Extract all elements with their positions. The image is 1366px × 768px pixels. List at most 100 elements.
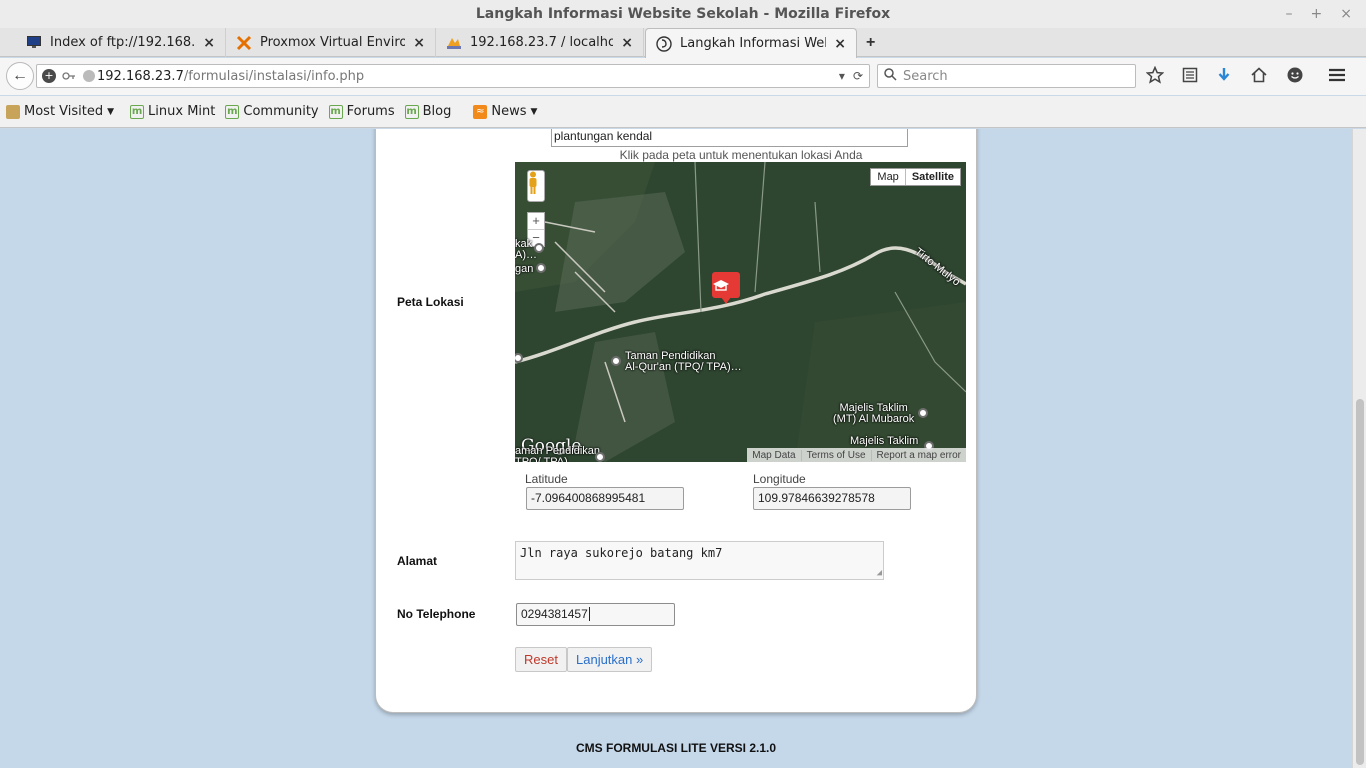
chevron-down-icon: ▼ [107, 106, 115, 117]
bookmark-label: Community [243, 104, 319, 119]
window-title: Langkah Informasi Website Sekolah - Mozi… [475, 6, 891, 22]
bookmarks-toolbar: Most Visited ▼ m Linux Mint m Community … [0, 96, 1366, 128]
tab-phpmyadmin[interactable]: 192.168.23.7 / localhost | … × [436, 28, 644, 57]
map-type-satellite-button[interactable]: Satellite [904, 169, 960, 185]
longitude-input[interactable]: 109.97846639278578 [753, 487, 911, 510]
bookmark-blog[interactable]: m Blog [404, 104, 452, 119]
search-placeholder: Search [903, 68, 948, 84]
tab-title: 192.168.23.7 / localhost | … [470, 35, 614, 50]
close-window-icon[interactable]: × [1340, 0, 1352, 28]
hamburger-menu-icon[interactable] [1328, 67, 1346, 88]
back-button[interactable]: ← [6, 62, 34, 90]
telephone-label: No Telephone [397, 607, 476, 621]
home-icon[interactable] [1250, 67, 1268, 88]
add-circle-icon[interactable]: + [41, 68, 57, 84]
bookmark-news[interactable]: ≈ News ▼ [473, 104, 537, 119]
reading-list-icon[interactable] [1182, 67, 1198, 88]
map-location-label: Peta Lokasi [397, 295, 464, 309]
page-viewport: plantungan kendal Klik pada peta untuk m… [0, 129, 1352, 768]
tab-ftp-index[interactable]: Index of ftp://192.168.55.… × [16, 28, 226, 57]
location-map[interactable]: + − Map Satellite Tirto Mulyo Taman Pend… [515, 162, 966, 462]
tab-langkah-informasi[interactable]: Langkah Informasi Websi… × [645, 28, 857, 58]
poi-icon[interactable] [536, 263, 546, 273]
map-label-majelis-al-mubarok: Majelis Taklim (MT) Al Mubarok [833, 402, 915, 425]
url-identity-icons: + [37, 68, 97, 84]
map-label-bottom: aman Pendidikan TPQ/ TPA) [515, 445, 601, 463]
poi-icon[interactable] [534, 243, 544, 253]
page-footer: CMS FORMULASI LITE VERSI 2.1.0 [575, 741, 777, 755]
latitude-input[interactable]: -7.096400868995481 [526, 487, 684, 510]
bookmark-forums[interactable]: m Forums [328, 104, 395, 119]
window-titlebar: Langkah Informasi Website Sekolah - Mozi… [0, 0, 1366, 28]
monitor-icon [26, 35, 42, 51]
reload-icon[interactable]: ⟳ [853, 69, 863, 83]
bookmark-label: Linux Mint [148, 104, 216, 119]
bookmark-most-visited[interactable]: Most Visited ▼ [6, 104, 114, 119]
close-tab-icon[interactable]: × [195, 35, 215, 51]
resize-grip-icon[interactable]: ◢ [877, 568, 882, 578]
map-data-link[interactable]: Map Data [747, 450, 800, 461]
map-type-map-button[interactable]: Map [871, 169, 904, 185]
hello-smiley-icon[interactable] [1286, 66, 1304, 89]
street-view-pegman-icon[interactable] [527, 170, 545, 202]
form-card: plantungan kendal Klik pada peta untuk m… [375, 129, 977, 713]
poi-icon[interactable] [918, 408, 928, 418]
continue-button[interactable]: Lanjutkan » [567, 647, 653, 672]
search-bar[interactable]: Search [877, 64, 1136, 88]
key-icon[interactable] [61, 68, 77, 84]
firefox-icon [656, 35, 672, 52]
history-dropdown-icon[interactable]: ▾ [839, 69, 845, 83]
tab-proxmox[interactable]: Proxmox Virtual Environ… × [226, 28, 436, 57]
poi-icon[interactable] [611, 356, 621, 366]
url-bar[interactable]: + 192.168.23.7/formulasi/instalasi/info.… [36, 64, 870, 88]
minimize-icon[interactable]: – [1286, 0, 1293, 28]
tab-title: Proxmox Virtual Environ… [260, 35, 406, 50]
navigation-bar: ← + 192.168.23.7/formulasi/instalasi/inf… [0, 58, 1366, 95]
folder-icon [6, 104, 20, 119]
bookmark-community[interactable]: m Community [225, 104, 319, 119]
bookmark-label: Most Visited [24, 104, 104, 119]
mint-icon: m [225, 104, 240, 119]
reset-button[interactable]: Reset [515, 647, 567, 672]
zoom-in-button[interactable]: + [528, 213, 544, 229]
map-label-tpa: Taman Pendidikan Al-Qur'an (TPQ/ TPA)… [625, 350, 742, 373]
bookmark-linux-mint[interactable]: m Linux Mint [130, 104, 215, 119]
toolbar-icons [1145, 65, 1346, 89]
bookmark-star-icon[interactable] [1145, 65, 1165, 89]
map-hint: Klik pada peta untuk menentukan lokasi A… [619, 148, 863, 162]
rss-icon: ≈ [473, 104, 488, 119]
back-arrow-icon: ← [12, 67, 28, 84]
telephone-input[interactable]: 0294381457 [516, 603, 675, 626]
map-type-control: Map Satellite [870, 168, 961, 186]
download-icon[interactable] [1216, 67, 1232, 88]
longitude-label: Longitude [753, 472, 806, 486]
tab-strip: Index of ftp://192.168.55.… × Proxmox Vi… [0, 28, 1366, 58]
alamat-textarea[interactable]: Jln raya sukorejo batang km7 ◢ [515, 541, 884, 580]
place-search-input[interactable]: plantungan kendal [551, 129, 908, 147]
alamat-text: Jln raya sukorejo batang km7 [520, 546, 723, 560]
mint-icon: m [130, 104, 145, 119]
terms-of-use-link[interactable]: Terms of Use [800, 449, 871, 461]
map-label-majelis-taklim: Majelis Taklim [850, 435, 919, 447]
phpmyadmin-icon [446, 35, 462, 51]
search-icon [884, 68, 897, 84]
school-marker-icon[interactable] [712, 272, 740, 304]
vertical-scrollbar[interactable] [1352, 129, 1366, 768]
new-tab-icon[interactable]: + [866, 34, 875, 52]
url-host: 192.168.23.7 [97, 68, 184, 84]
globe-icon[interactable] [81, 68, 97, 84]
mint-icon: m [328, 104, 343, 119]
report-map-error-link[interactable]: Report a map error [870, 449, 966, 461]
latitude-label: Latitude [525, 472, 568, 486]
proxmox-icon [236, 35, 252, 51]
poi-icon[interactable] [595, 452, 605, 462]
close-tab-icon[interactable]: × [826, 36, 846, 52]
map-label-left-2: gan [515, 263, 534, 275]
chevron-down-icon: ▼ [530, 106, 538, 117]
scrollbar-thumb[interactable] [1356, 399, 1364, 765]
maximize-icon[interactable]: + [1311, 0, 1323, 28]
close-tab-icon[interactable]: × [613, 35, 633, 51]
bookmark-label: Blog [422, 104, 452, 119]
tab-title: Index of ftp://192.168.55.… [50, 35, 196, 50]
close-tab-icon[interactable]: × [405, 35, 425, 51]
